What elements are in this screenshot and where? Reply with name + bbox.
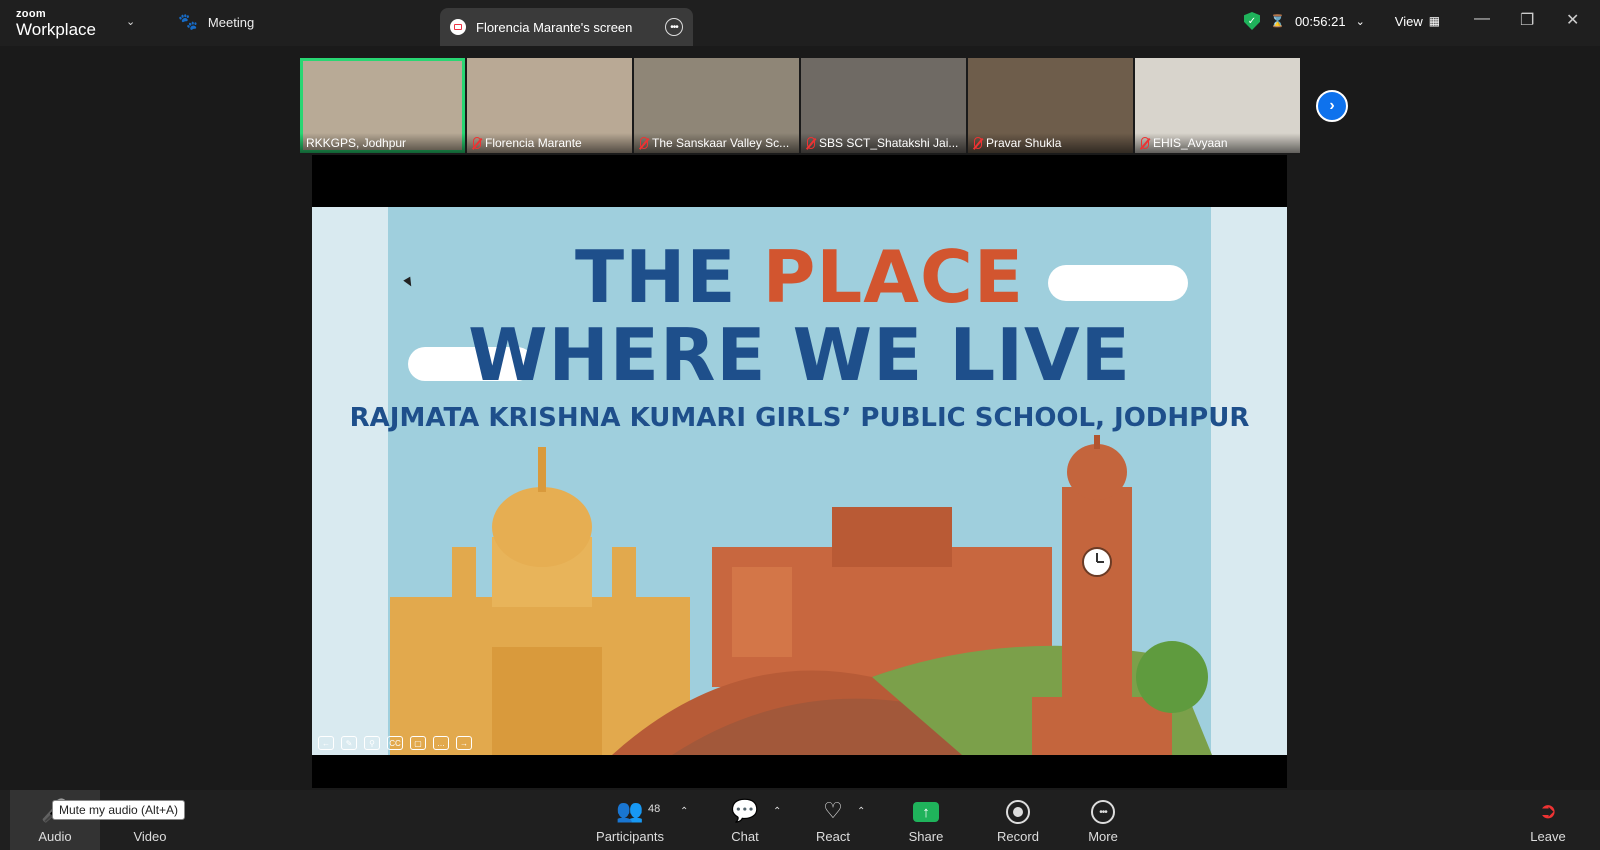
participants-options-caret-icon[interactable]: ⌃ (680, 806, 688, 817)
close-icon[interactable]: ✕ (1566, 10, 1579, 30)
participant-name-label: Pravar Shukla (968, 133, 1133, 153)
restore-icon[interactable]: ❐ (1520, 10, 1534, 30)
video-label: Video (133, 829, 167, 844)
title-bar: zoom Workplace ⌄ 🐾 Meeting Florencia Mar… (0, 0, 1600, 46)
audio-tooltip: Mute my audio (Alt+A) (52, 800, 186, 820)
chat-button[interactable]: 💬 Chat (705, 790, 785, 850)
camera-icon[interactable]: ▢ (410, 736, 426, 750)
presentation-slide: THE PLACE WHERE WE LIVE RAJMATA KRISHNA … (312, 207, 1287, 755)
chevron-down-icon[interactable]: ⌄ (126, 15, 135, 28)
next-page-icon[interactable]: › (1316, 90, 1348, 122)
participant-name-label: RKKGPS, Jodhpur (300, 133, 465, 153)
participant-strip: RKKGPS, Jodhpur Florencia Marante The Sans… (300, 58, 1300, 153)
record-label: Record (997, 829, 1039, 844)
pen-icon[interactable]: ✎ (341, 736, 357, 750)
react-label: React (816, 829, 850, 844)
participant-thumbnail[interactable]: RKKGPS, Jodhpur (300, 58, 465, 153)
tab-shared-screen-label: Florencia Marante's screen (476, 19, 633, 35)
heart-icon: ♡ (823, 798, 843, 823)
participant-thumbnail[interactable]: The Sanskaar Valley Sc... (634, 58, 799, 153)
audio-label: Audio (38, 829, 72, 844)
record-button[interactable]: Record (978, 790, 1058, 850)
tab-meeting[interactable]: 🐾 Meeting (178, 12, 254, 32)
audio-button[interactable]: 🎤 Audio (10, 790, 100, 850)
participants-label: Participants (596, 829, 664, 844)
view-label: View (1394, 13, 1423, 29)
screen-share-icon (450, 19, 466, 35)
view-button[interactable]: View ▦ (1395, 14, 1440, 29)
participant-name: The Sanskaar Valley Sc... (652, 136, 790, 150)
participant-name: Pravar Shukla (986, 136, 1062, 150)
forward-arrow-icon[interactable]: → (456, 736, 472, 750)
meeting-toolbar: 🎤 Audio ▢ Video 👥 Participants 💬 Chat ♡ … (0, 790, 1600, 850)
paw-icon: 🐾 (178, 14, 198, 31)
chat-icon: 💬 (731, 798, 759, 823)
muted-microphone-icon (1141, 137, 1149, 149)
participant-name: Florencia Marante (485, 136, 582, 150)
share-label: Share (908, 829, 944, 844)
minimize-icon[interactable]: — (1474, 10, 1490, 28)
chevron-down-icon[interactable]: ⌄ (1356, 15, 1365, 28)
react-options-caret-icon[interactable]: ⌃ (857, 806, 865, 817)
back-arrow-icon[interactable]: ← (318, 736, 334, 750)
tab-shared-screen[interactable]: Florencia Marante's screen ••• (440, 8, 693, 46)
participant-count: 48 (648, 803, 661, 815)
leave-label: Leave (1530, 829, 1566, 844)
more-dots-icon: ••• (1091, 800, 1115, 824)
record-icon (1006, 800, 1030, 824)
participant-name-label: SBS SCT_Shatakshi Jai... (801, 133, 966, 153)
participant-name: EHIS_Avyaan (1153, 136, 1228, 150)
leave-icon: ➲ (1538, 798, 1558, 823)
annotation-toolbar: ← ✎ ⚲ CC ▢ … → (318, 736, 472, 750)
participant-name-label: Florencia Marante (467, 133, 632, 153)
participant-name-label: EHIS_Avyaan (1135, 133, 1300, 153)
grid-icon: ▦ (1428, 14, 1441, 28)
leave-button[interactable]: ➲ Leave (1508, 790, 1588, 850)
participant-thumbnail[interactable]: SBS SCT_Shatakshi Jai... (801, 58, 966, 153)
muted-microphone-icon (473, 137, 481, 149)
hourglass-icon: ⌛ (1270, 14, 1285, 28)
logo-big: Workplace (16, 20, 96, 39)
participant-thumbnail[interactable]: EHIS_Avyaan (1135, 58, 1300, 153)
participant-thumbnail[interactable]: Pravar Shukla (968, 58, 1133, 153)
participants-icon: 👥 (616, 798, 644, 823)
more-options-icon[interactable]: ••• (665, 18, 683, 36)
captions-icon[interactable]: CC (387, 736, 403, 750)
muted-microphone-icon (807, 137, 815, 149)
meeting-timer[interactable]: 00:56:21 (1295, 14, 1346, 29)
video-button[interactable]: ▢ Video (110, 790, 190, 850)
zoom-logo[interactable]: zoom Workplace (16, 8, 96, 39)
muted-microphone-icon (974, 137, 982, 149)
muted-microphone-icon (640, 137, 648, 149)
participant-name-label: The Sanskaar Valley Sc... (634, 133, 799, 153)
jodhpur-landmarks-illustration (390, 435, 1212, 755)
more-icon[interactable]: … (433, 736, 449, 750)
tab-meeting-label: Meeting (207, 14, 255, 30)
chat-label: Chat (731, 829, 759, 844)
participant-name: RKKGPS, Jodhpur (306, 136, 407, 150)
more-button[interactable]: ••• More (1063, 790, 1143, 850)
participant-name: SBS SCT_Shatakshi Jai... (819, 136, 959, 150)
participant-thumbnail[interactable]: Florencia Marante (467, 58, 632, 153)
participants-button[interactable]: 👥 Participants (590, 790, 670, 850)
shield-icon[interactable]: ✓ (1244, 12, 1260, 30)
chat-options-caret-icon[interactable]: ⌃ (773, 806, 781, 817)
more-label: More (1088, 829, 1118, 844)
react-button[interactable]: ♡ React (793, 790, 873, 850)
share-arrow-icon: ↑ (913, 802, 939, 822)
top-right-controls: ✓ ⌛ 00:56:21 ⌄ View ▦ (1244, 12, 1440, 30)
zoom-icon[interactable]: ⚲ (364, 736, 380, 750)
logo-small: zoom (16, 8, 46, 20)
share-button[interactable]: ↑ Share (886, 790, 966, 850)
